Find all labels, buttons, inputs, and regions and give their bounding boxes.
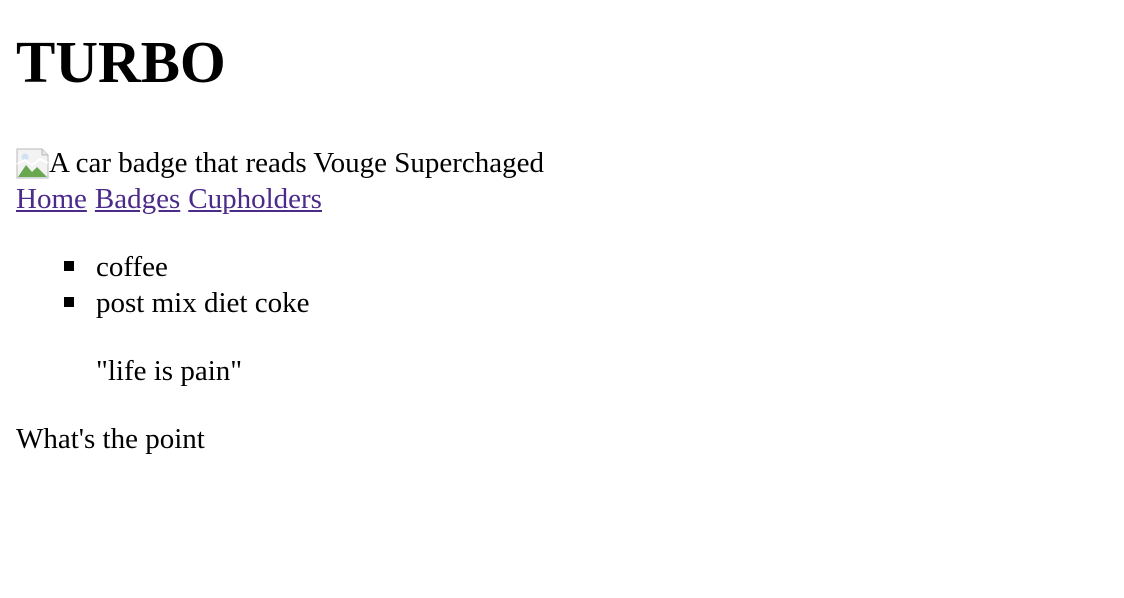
list-item: post mix diet coke	[64, 285, 1108, 321]
page: TURBO A car badge that reads Vouge Super…	[0, 28, 1124, 457]
badge-image-alt-text: A car badge that reads Vouge Superchaged	[49, 147, 544, 179]
cupholder-list: coffee post mix diet coke	[16, 249, 1108, 321]
blockquote: "life is pain"	[96, 355, 243, 387]
nav-link-badges[interactable]: Badges	[95, 183, 180, 215]
nav-link-home[interactable]: Home	[16, 183, 87, 215]
badge-image: A car badge that reads Vouge Superchaged	[16, 145, 1108, 181]
main-nav: Home Badges Cupholders	[16, 181, 1108, 217]
list-item: coffee	[64, 249, 1108, 285]
nav-link-cupholders[interactable]: Cupholders	[188, 183, 322, 215]
broken-image-icon	[16, 148, 49, 179]
page-title: TURBO	[16, 29, 226, 95]
closing-paragraph: What's the point	[16, 423, 205, 455]
